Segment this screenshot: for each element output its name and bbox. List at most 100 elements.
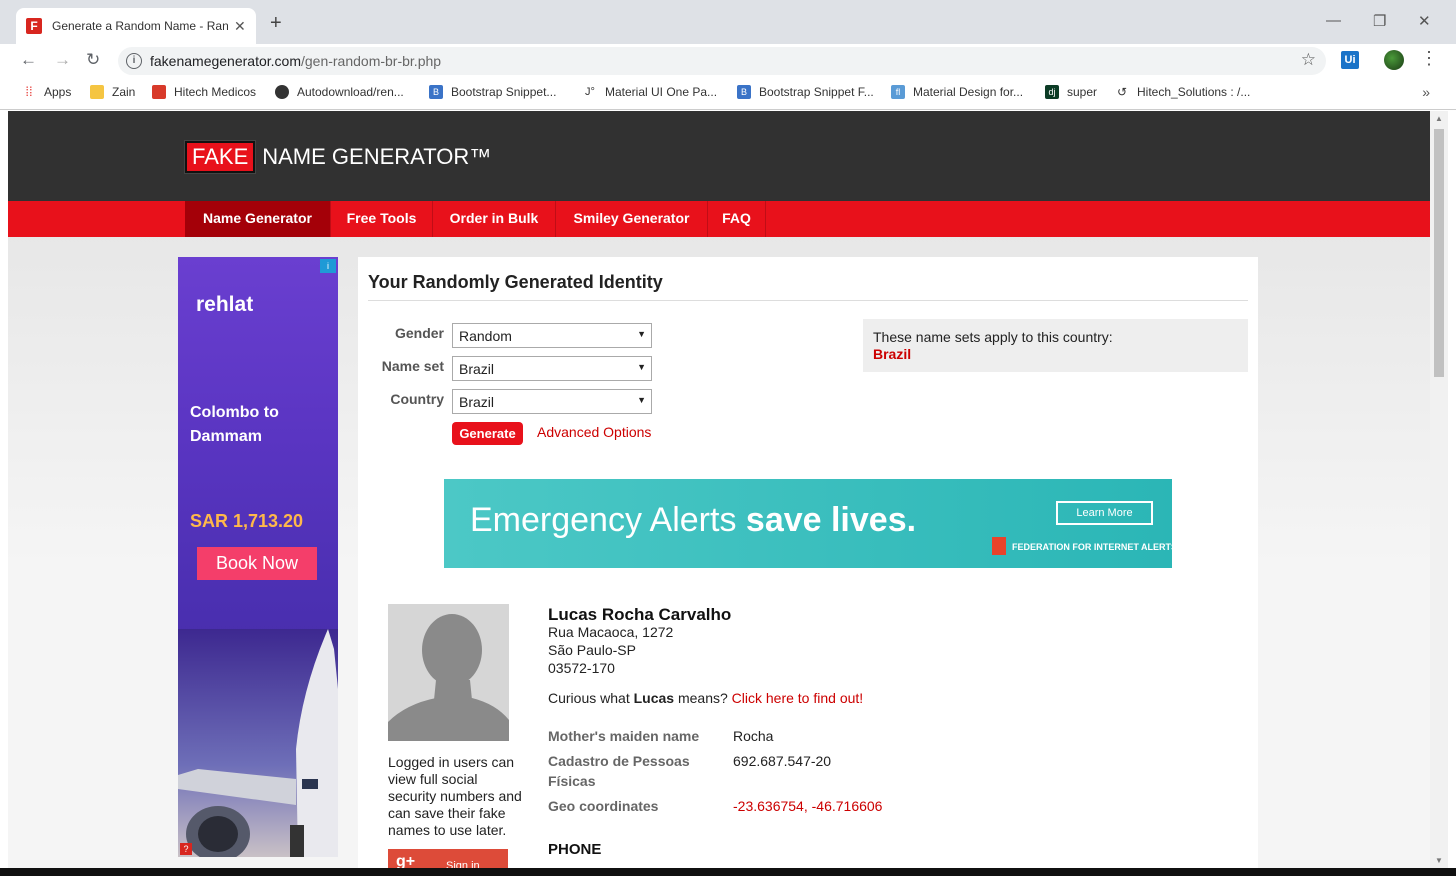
bootstrap-icon: B — [429, 85, 443, 99]
flag-icon — [992, 537, 1006, 555]
close-tab-icon[interactable]: ✕ — [234, 18, 246, 35]
main-nav: Name Generator Free Tools Order in Bulk … — [8, 201, 1430, 237]
browser-toolbar: ← → ↻ i fakenamegenerator.com/gen-random… — [0, 44, 1456, 78]
os-taskbar — [0, 868, 1456, 876]
generate-button[interactable]: Generate — [452, 422, 523, 445]
page-viewport: FAKE NAME GENERATOR™ Name Generator Free… — [8, 111, 1430, 868]
folder-icon — [90, 85, 104, 99]
profile-avatar-icon[interactable] — [1384, 50, 1404, 70]
cpf-label: Cadastro de Pessoas Físicas — [548, 753, 690, 789]
ad-route: Colombo to Dammam — [190, 404, 279, 445]
bookmark-apps[interactable]: ⁞⁞ Apps — [22, 84, 71, 100]
phone-heading: PHONE — [548, 841, 602, 858]
bookmark-bootstrap-snippet-2[interactable]: B Bootstrap Snippet F... — [737, 85, 874, 99]
avatar-silhouette-icon — [388, 604, 509, 741]
country-label: Country — [390, 391, 444, 407]
logo-name-text: NAME GENERATOR™ — [262, 144, 492, 169]
title-divider — [368, 300, 1248, 301]
login-note: Logged in users can view full social sec… — [388, 754, 522, 838]
book-now-button[interactable]: Book Now — [197, 547, 317, 580]
minimize-icon[interactable]: — — [1326, 12, 1341, 29]
banner-advertisement[interactable]: Emergency Alerts save lives. Learn More … — [444, 479, 1172, 568]
country-note-text: These name sets apply to this country: — [873, 329, 1113, 345]
maiden-name-label: Mother's maiden name — [548, 728, 700, 744]
logo-fake-text: FAKE — [185, 141, 256, 173]
advanced-options-link[interactable]: Advanced Options — [537, 424, 651, 440]
nav-free-tools[interactable]: Free Tools — [331, 201, 433, 237]
ad-brand: rehlat — [196, 293, 254, 316]
address-line-3: 03572-170 — [548, 660, 615, 676]
bookmark-super[interactable]: dj super — [1045, 85, 1097, 99]
country-note-country: Brazil — [873, 346, 912, 362]
address-line-1: Rua Macaoca, 1272 — [548, 624, 674, 640]
new-tab-icon[interactable]: + — [270, 12, 282, 35]
ad-price: SAR 1,713.20 — [190, 511, 304, 531]
hitech-icon: ↺ — [1116, 85, 1128, 99]
cpf-value: 692.687.547-20 — [733, 753, 832, 769]
medicos-icon — [152, 85, 166, 99]
page-title: Your Randomly Generated Identity — [368, 272, 663, 292]
restore-icon[interactable]: ❐ — [1373, 12, 1386, 30]
github-icon — [275, 85, 289, 99]
url-text: fakenamegenerator.com/gen-random-br-br.p… — [150, 53, 442, 69]
close-window-icon[interactable]: ✕ — [1418, 12, 1431, 30]
nav-faq[interactable]: FAQ — [708, 201, 766, 237]
nav-smiley-generator[interactable]: Smiley Generator — [556, 201, 708, 237]
geo-coordinates-link[interactable]: -23.636754, -46.716606 — [733, 796, 882, 816]
google-signin-button[interactable]: g+ Sign in — [388, 849, 508, 868]
nav-name-generator[interactable]: Name Generator — [185, 201, 331, 237]
gender-label: Gender — [394, 325, 444, 341]
name-meaning-line: Curious what Lucas means? Click here to … — [548, 690, 864, 706]
browser-menu-icon[interactable]: ⋮ — [1420, 48, 1438, 69]
tab-title: Generate a Random Name - Random — [52, 19, 228, 33]
maiden-name-value: Rocha — [733, 728, 774, 744]
django-icon: dj — [1045, 85, 1059, 99]
person-name: Lucas Rocha Carvalho — [548, 605, 732, 624]
signin-label: Sign in — [446, 860, 480, 868]
tab-strip: F Generate a Random Name - Random ✕ + — … — [0, 0, 1456, 44]
bookmark-star-icon[interactable]: ☆ — [1301, 50, 1316, 70]
nav-order-in-bulk[interactable]: Order in Bulk — [433, 201, 556, 237]
ui-extension-icon[interactable]: Ui — [1341, 51, 1359, 69]
banner-headline: Emergency Alerts save lives. — [470, 501, 917, 539]
banner-org: FEDERATION FOR INTERNET ALERTS — [1012, 542, 1172, 552]
ad-report-icon[interactable]: ? — [180, 843, 192, 855]
learn-more-button[interactable]: Learn More — [1056, 501, 1153, 525]
more-bookmarks-icon[interactable]: » — [1422, 84, 1430, 100]
back-icon[interactable]: ← — [20, 50, 37, 70]
nameset-label: Name set — [381, 358, 444, 374]
scroll-down-icon[interactable]: ▼ — [1435, 856, 1443, 865]
gender-select[interactable]: Random — [452, 323, 652, 348]
fl-icon: fl — [891, 85, 905, 99]
bookmark-hitech-medicos[interactable]: Hitech Medicos — [152, 85, 256, 99]
site-header: FAKE NAME GENERATOR™ — [8, 111, 1430, 201]
geo-label: Geo coordinates — [548, 798, 659, 814]
fake-name-favicon-icon: F — [26, 18, 42, 34]
nameset-select[interactable]: Brazil — [452, 356, 652, 381]
bootstrap-icon: B — [737, 85, 751, 99]
side-advertisement[interactable]: i rehlat Colombo to Dammam SAR 1,713.20 … — [178, 257, 338, 857]
bookmark-zain[interactable]: Zain — [90, 85, 135, 99]
page-scrollbar[interactable]: ▲ ▼ — [1430, 111, 1448, 868]
forward-icon[interactable]: → — [54, 50, 71, 70]
bookmark-bootstrap-snippet-1[interactable]: B Bootstrap Snippet... — [429, 85, 556, 99]
name-meaning-link[interactable]: Click here to find out! — [732, 690, 864, 706]
apps-grid-icon: ⁞⁞ — [25, 84, 33, 99]
scroll-up-icon[interactable]: ▲ — [1435, 114, 1443, 123]
bookmark-material-design[interactable]: fl Material Design for... — [891, 85, 1023, 99]
browser-tab[interactable]: F Generate a Random Name - Random ✕ — [16, 8, 256, 44]
adchoices-icon[interactable]: i — [320, 259, 336, 273]
bookmarks-bar: ⁞⁞ Apps Zain Hitech Medicos Autodownload/… — [0, 78, 1456, 110]
info-icon[interactable]: i — [126, 53, 142, 69]
bookmark-material-ui[interactable]: J° Material UI One Pa... — [583, 85, 717, 99]
reload-icon[interactable]: ↻ — [86, 50, 100, 70]
address-line-2: São Paulo-SP — [548, 642, 636, 658]
scroll-thumb[interactable] — [1434, 129, 1444, 377]
bookmark-autodownload[interactable]: Autodownload/ren... — [275, 85, 404, 99]
country-note: These name sets apply to this country: B… — [863, 319, 1248, 372]
address-bar[interactable]: i fakenamegenerator.com/gen-random-br-br… — [118, 47, 1326, 75]
bookmark-hitech-solutions[interactable]: ↺ Hitech_Solutions : /... — [1115, 85, 1250, 99]
site-logo[interactable]: FAKE NAME GENERATOR™ — [185, 141, 491, 173]
identity-panel: Your Randomly Generated Identity Gender … — [358, 257, 1258, 868]
country-select[interactable]: Brazil — [452, 389, 652, 414]
